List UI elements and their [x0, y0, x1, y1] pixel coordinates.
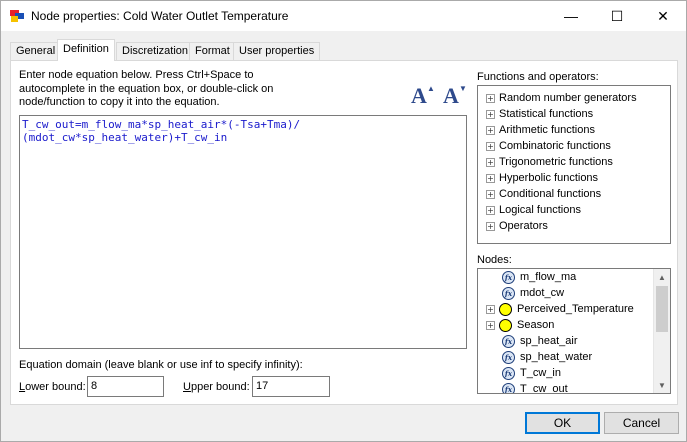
- expand-icon[interactable]: +: [486, 304, 495, 314]
- node-item-mdot-cw[interactable]: fx mdot_cw: [502, 285, 564, 301]
- function-node-icon: fx: [502, 270, 515, 284]
- function-node-icon: fx: [502, 286, 515, 300]
- tab-definition[interactable]: Definition: [57, 39, 115, 61]
- tree-item-random-number-generators[interactable]: + Random number generators: [486, 90, 637, 106]
- functions-tree[interactable]: + Random number generators + Statistical f…: [477, 85, 671, 244]
- discrete-node-icon: [499, 302, 512, 316]
- function-node-icon: fx: [502, 366, 515, 380]
- tree-item-combinatoric-functions[interactable]: + Combinatoric functions: [486, 138, 611, 154]
- node-item-t-cw-out[interactable]: fx T_cw_out: [502, 381, 568, 393]
- scroll-thumb[interactable]: [656, 286, 668, 332]
- definition-panel: Enter node equation below. Press Ctrl+Sp…: [10, 60, 678, 405]
- tab-format[interactable]: Format: [189, 42, 236, 60]
- node-properties-dialog: Node properties: Cold Water Outlet Tempe…: [0, 0, 687, 442]
- equation-editor[interactable]: T_cw_out=m_flow_ma*sp_heat_air*(-Tsa+Tma…: [19, 115, 467, 349]
- nodes-list[interactable]: fx m_flow_ma fx mdot_cw + Perceived_Tempera…: [477, 268, 671, 394]
- instructions-text: Enter node equation below. Press Ctrl+Sp…: [19, 69, 274, 108]
- arrow-down-icon: ▼: [459, 84, 467, 93]
- expand-icon[interactable]: +: [486, 173, 495, 183]
- equation-domain-label: Equation domain (leave blank or use inf …: [19, 359, 303, 371]
- expand-icon[interactable]: +: [486, 109, 495, 119]
- tree-item-trigonometric-functions[interactable]: + Trigonometric functions: [486, 154, 613, 170]
- node-item-t-cw-in[interactable]: fx T_cw_in: [502, 365, 561, 381]
- function-node-icon: fx: [502, 350, 515, 364]
- tree-item-statistical-functions[interactable]: + Statistical functions: [486, 106, 593, 122]
- scroll-down-icon[interactable]: ▼: [654, 377, 670, 393]
- font-a-icon: A: [411, 83, 427, 108]
- expand-icon[interactable]: +: [486, 205, 495, 215]
- node-item-m-flow-ma[interactable]: fx m_flow_ma: [502, 269, 576, 285]
- tab-general[interactable]: General: [10, 42, 62, 60]
- minimize-button[interactable]: —: [548, 1, 594, 31]
- expand-icon[interactable]: +: [486, 320, 495, 330]
- tree-item-operators[interactable]: + Operators: [486, 218, 548, 234]
- node-item-season[interactable]: + Season: [486, 317, 554, 333]
- tree-item-hyperbolic-functions[interactable]: + Hyperbolic functions: [486, 170, 598, 186]
- tree-item-arithmetic-functions[interactable]: + Arithmetic functions: [486, 122, 595, 138]
- expand-icon[interactable]: +: [486, 157, 495, 167]
- increase-font-button[interactable]: A ▲: [411, 83, 435, 109]
- expand-icon[interactable]: +: [486, 93, 495, 103]
- function-node-icon: fx: [502, 334, 515, 348]
- ok-button[interactable]: OK: [525, 412, 600, 434]
- lower-bound-input[interactable]: 8: [87, 376, 164, 397]
- cancel-button[interactable]: Cancel: [604, 412, 679, 434]
- node-item-perceived-temperature[interactable]: + Perceived_Temperature: [486, 301, 634, 317]
- expand-icon[interactable]: +: [486, 189, 495, 199]
- close-button[interactable]: ✕: [640, 1, 686, 31]
- tree-item-logical-functions[interactable]: + Logical functions: [486, 202, 581, 218]
- nodes-label: Nodes:: [477, 254, 512, 266]
- node-item-sp-heat-water[interactable]: fx sp_heat_water: [502, 349, 592, 365]
- expand-icon[interactable]: +: [486, 125, 495, 135]
- functions-label: Functions and operators:: [477, 71, 599, 83]
- decrease-font-button[interactable]: A ▼: [443, 83, 467, 109]
- lower-bound-label: Lower bound:: [19, 381, 86, 393]
- scroll-up-icon[interactable]: ▲: [654, 269, 670, 285]
- maximize-button[interactable]: ☐: [594, 1, 640, 31]
- upper-bound-label: Upper bound:: [183, 381, 250, 393]
- app-logo-icon: [10, 10, 24, 22]
- upper-bound-input[interactable]: 17: [252, 376, 330, 397]
- tab-discretization[interactable]: Discretization: [116, 42, 195, 60]
- node-item-sp-heat-air[interactable]: fx sp_heat_air: [502, 333, 578, 349]
- expand-icon[interactable]: +: [486, 141, 495, 151]
- arrow-up-icon: ▲: [427, 84, 435, 93]
- tree-item-conditional-functions[interactable]: + Conditional functions: [486, 186, 601, 202]
- discrete-node-icon: [499, 318, 512, 332]
- nodes-scrollbar[interactable]: ▲ ▼: [653, 269, 670, 393]
- font-a-icon: A: [443, 83, 459, 108]
- tab-user-properties[interactable]: User properties: [233, 42, 321, 60]
- expand-icon[interactable]: +: [486, 221, 495, 231]
- function-node-icon: fx: [502, 382, 515, 393]
- window-title: Node properties: Cold Water Outlet Tempe…: [31, 9, 289, 23]
- title-bar: Node properties: Cold Water Outlet Tempe…: [1, 1, 686, 31]
